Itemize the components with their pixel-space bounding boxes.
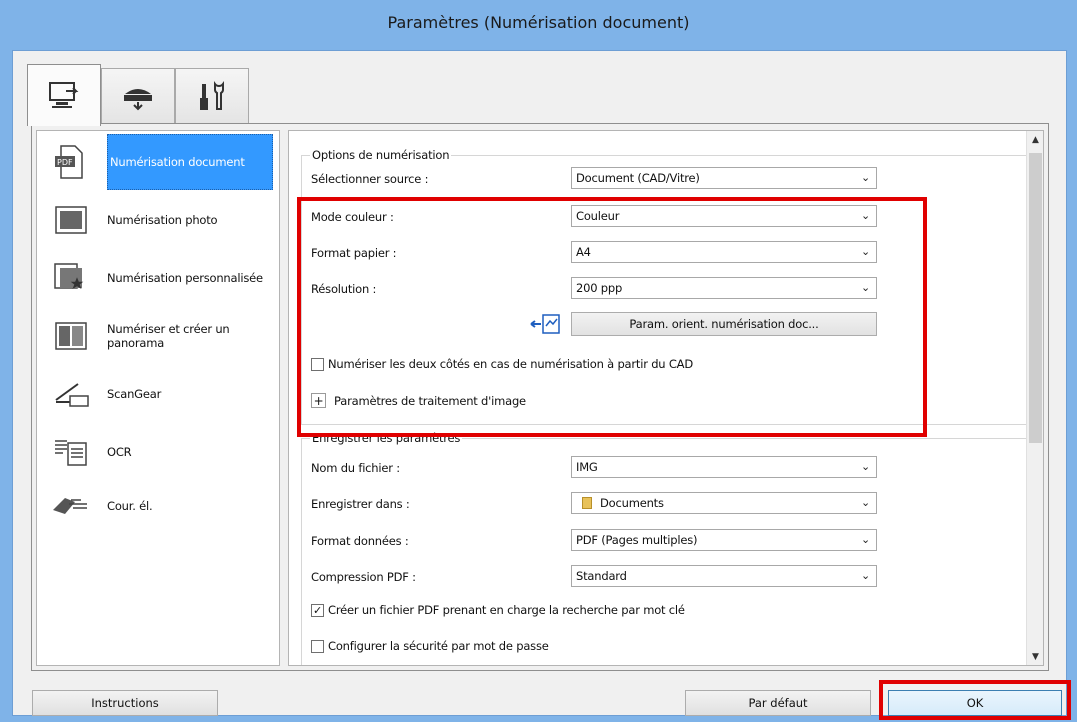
chevron-down-icon: ⌄	[860, 460, 870, 473]
list-item-label: ScanGear	[107, 387, 162, 401]
instructions-button[interactable]: Instructions	[32, 690, 218, 716]
computer-scan-icon	[46, 79, 82, 113]
save-in-label: Enregistrer dans :	[311, 497, 410, 511]
ok-button[interactable]: OK	[888, 690, 1062, 716]
duplex-checkbox[interactable]: Numériser les deux côtés en cas de numér…	[311, 357, 693, 371]
title-bar[interactable]: Paramètres (Numérisation document)	[0, 0, 1077, 44]
folder-icon	[582, 497, 592, 509]
svg-text:PDF: PDF	[57, 158, 73, 167]
email-icon	[51, 486, 91, 526]
instructions-label: Instructions	[91, 696, 159, 710]
group-title: Options de numérisation	[310, 148, 452, 162]
window-title: Paramètres (Numérisation document)	[387, 13, 690, 32]
checkbox-box[interactable]	[311, 639, 324, 653]
resolution-value: 200 ppp	[576, 281, 623, 295]
resolution-select[interactable]: 200 ppp ⌄	[571, 277, 877, 299]
paper-size-value: A4	[576, 245, 591, 259]
checkbox-box[interactable]: ✓	[311, 603, 324, 617]
scanner-device-icon	[121, 82, 155, 112]
list-item-photo-scan[interactable]: Numérisation photo	[37, 191, 279, 249]
pdf-document-icon: PDF	[51, 142, 91, 182]
defaults-button[interactable]: Par défaut	[685, 690, 871, 716]
orientation-icon	[529, 312, 563, 339]
data-format-label: Format données :	[311, 534, 409, 548]
color-mode-value: Couleur	[576, 209, 620, 223]
photo-icon	[51, 200, 91, 240]
list-item-panorama[interactable]: Numériser et créer un panorama	[37, 307, 279, 365]
list-item-label: Numérisation document	[107, 134, 273, 190]
scrollbar-thumb[interactable]	[1029, 153, 1042, 443]
save-in-select[interactable]: Documents ⌄	[571, 492, 877, 514]
list-item-label: Numérisation personnalisée	[107, 271, 263, 285]
data-format-select[interactable]: PDF (Pages multiples) ⌄	[571, 529, 877, 551]
settings-panel: PDF Numérisation document Numérisation p…	[31, 123, 1049, 671]
image-processing-label: Paramètres de traitement d'image	[334, 393, 526, 408]
source-value: Document (CAD/Vitre)	[576, 171, 700, 185]
group-title: Enregistrer les paramètres	[310, 431, 463, 445]
file-name-value: IMG	[576, 460, 598, 474]
password-security-label: Configurer la sécurité par mot de passe	[328, 639, 549, 653]
scan-type-list[interactable]: PDF Numérisation document Numérisation p…	[36, 130, 280, 666]
expand-plus-icon[interactable]: +	[311, 393, 326, 408]
list-item-scangear[interactable]: ScanGear	[37, 365, 279, 423]
list-item-email[interactable]: Cour. él.	[37, 477, 279, 535]
pdf-compression-value: Standard	[576, 569, 627, 583]
chevron-down-icon: ⌄	[860, 281, 870, 294]
dialog-client-area: PDF Numérisation document Numérisation p…	[12, 50, 1067, 716]
save-in-value: Documents	[600, 496, 664, 510]
chevron-down-icon: ⌄	[860, 533, 870, 546]
list-item-custom-scan[interactable]: Numérisation personnalisée	[37, 249, 279, 307]
vertical-scrollbar[interactable]: ▲ ▼	[1026, 131, 1043, 665]
tab-document-scan[interactable]	[27, 64, 101, 126]
password-security-checkbox[interactable]: Configurer la sécurité par mot de passe	[311, 639, 549, 653]
file-name-label: Nom du fichier :	[311, 461, 400, 475]
data-format-value: PDF (Pages multiples)	[576, 533, 698, 547]
tab-scanner-settings[interactable]	[101, 68, 175, 124]
file-name-combo[interactable]: IMG ⌄	[571, 456, 877, 478]
custom-scan-icon	[51, 258, 91, 298]
checkbox-box[interactable]	[311, 357, 324, 371]
scroll-down-icon[interactable]: ▼	[1027, 648, 1043, 665]
image-processing-expander[interactable]: + Paramètres de traitement d'image	[311, 393, 526, 408]
chevron-down-icon: ⌄	[860, 171, 870, 184]
settings-scroll-area[interactable]: Options de numérisation Sélectionner sou…	[288, 130, 1044, 666]
defaults-label: Par défaut	[748, 696, 808, 710]
scangear-icon	[51, 374, 91, 414]
pdf-compression-select[interactable]: Standard ⌄	[571, 565, 877, 587]
resolution-label: Résolution :	[311, 282, 377, 296]
chevron-down-icon: ⌄	[860, 209, 870, 222]
list-item-label: Numérisation photo	[107, 213, 218, 227]
tab-general-settings[interactable]	[175, 68, 249, 124]
duplex-label: Numériser les deux côtés en cas de numér…	[328, 357, 694, 371]
searchable-pdf-label: Créer un fichier PDF prenant en charge l…	[328, 603, 685, 617]
scroll-up-icon[interactable]: ▲	[1027, 131, 1043, 148]
paper-size-select[interactable]: A4 ⌄	[571, 241, 877, 263]
chevron-down-icon: ⌄	[860, 496, 870, 509]
color-mode-select[interactable]: Couleur ⌄	[571, 205, 877, 227]
ocr-icon	[51, 432, 91, 472]
ok-label: OK	[966, 696, 984, 710]
list-item-document-scan[interactable]: PDF Numérisation document	[37, 133, 279, 191]
list-item-ocr[interactable]: OCR	[37, 423, 279, 481]
source-label: Sélectionner source :	[311, 172, 429, 186]
orientation-settings-button[interactable]: Param. orient. numérisation doc...	[571, 312, 877, 336]
list-item-label: Numériser et créer un panorama	[107, 322, 230, 350]
dialog-window: Paramètres (Numérisation document) PDF N…	[0, 0, 1077, 722]
tools-icon	[197, 80, 227, 114]
paper-size-label: Format papier :	[311, 246, 397, 260]
list-item-label: Cour. él.	[107, 499, 153, 513]
chevron-down-icon: ⌄	[860, 245, 870, 258]
searchable-pdf-checkbox[interactable]: ✓ Créer un fichier PDF prenant en charge…	[311, 603, 685, 617]
chevron-down-icon: ⌄	[860, 569, 870, 582]
source-select[interactable]: Document (CAD/Vitre) ⌄	[571, 167, 877, 189]
pdf-compression-label: Compression PDF :	[311, 570, 416, 584]
panorama-icon	[51, 316, 91, 356]
color-mode-label: Mode couleur :	[311, 210, 394, 224]
list-item-label: OCR	[107, 445, 132, 459]
